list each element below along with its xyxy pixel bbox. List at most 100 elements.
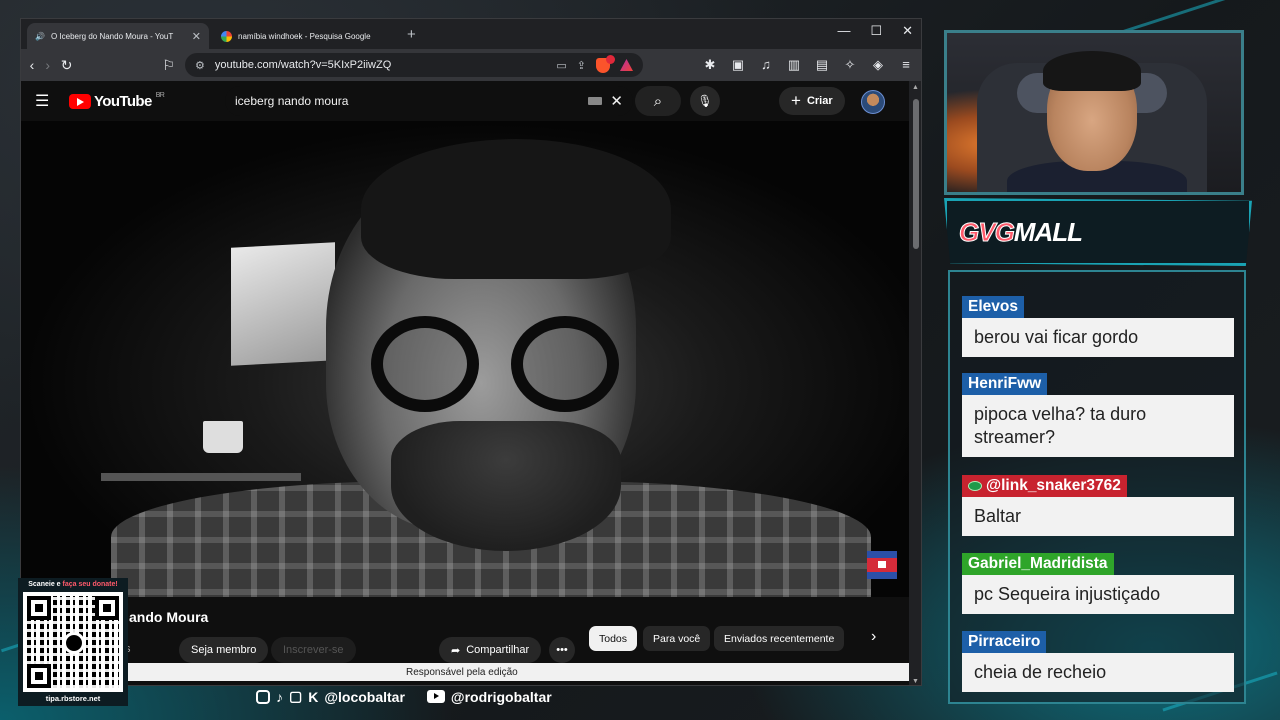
- glasses-left-lens: [371, 316, 479, 412]
- logo-part-gvg: GVG: [959, 217, 1016, 248]
- avatar[interactable]: [861, 90, 885, 114]
- background-monitor: [231, 242, 335, 366]
- twitch-icon: ▢: [289, 688, 303, 704]
- chat-text: Baltar: [962, 497, 1234, 537]
- scroll-down-icon[interactable]: ▼: [912, 678, 919, 685]
- forward-icon[interactable]: ›: [45, 57, 51, 73]
- chip-label: Todos: [599, 632, 628, 645]
- wallet-icon[interactable]: ▤: [815, 57, 829, 73]
- scrollbar[interactable]: ▲ ▼: [909, 81, 921, 685]
- menu-icon[interactable]: ≡: [899, 57, 913, 73]
- maximize-icon[interactable]: ☐: [870, 23, 882, 39]
- social-handles: ♪ ▢ K @locobaltar @rodrigobaltar: [256, 688, 552, 705]
- tab-title: O Iceberg do Nando Moura - YouT: [50, 31, 174, 41]
- status-text: Responsável pela edição: [406, 666, 518, 678]
- scroll-up-icon[interactable]: ▲: [912, 84, 919, 91]
- vpn-icon[interactable]: ◈: [871, 57, 885, 73]
- person-hair: [361, 139, 671, 279]
- more-icon: •••: [556, 644, 568, 656]
- chat-message: HenriFww pipoca velha? ta duro streamer?: [962, 373, 1234, 458]
- leo-ai-icon[interactable]: ✧: [843, 57, 857, 73]
- search-input[interactable]: iceberg nando moura ✕: [225, 86, 633, 116]
- cambodia-flag-icon: [867, 551, 897, 579]
- join-button[interactable]: Seja membro: [179, 637, 269, 663]
- webcam-overlay: [944, 30, 1244, 195]
- qr-code: [23, 592, 123, 692]
- close-tab-icon[interactable]: ✕: [192, 30, 201, 43]
- share-icon: ➦: [451, 644, 461, 657]
- hamburger-menu-icon[interactable]: ☰: [35, 91, 59, 111]
- subscribe-label: Inscrever-se: [283, 644, 344, 656]
- share-label: Compartilhar: [466, 644, 530, 656]
- chevron-right-icon[interactable]: ›: [871, 628, 876, 646]
- chip-enviados-recentemente[interactable]: Enviados recentemente: [714, 626, 845, 651]
- youtube-logo[interactable]: YouTube BR: [69, 92, 165, 110]
- donate-qr-panel: Scaneie e faça seu donate! tipa.rbstore.…: [18, 578, 128, 706]
- share-page-icon[interactable]: ⇪: [577, 59, 586, 72]
- tab-title: namíbia windhoek - Pesquisa Google: [238, 31, 371, 41]
- qr-top-text-1: Scaneie e: [28, 581, 63, 588]
- channel-name[interactable]: ando Moura: [129, 609, 208, 625]
- share-button[interactable]: ➦ Compartilhar: [439, 637, 542, 663]
- chat-message: Elevos berou vai ficar gordo: [962, 296, 1234, 358]
- url-text: youtube.com/watch?v=5KIxP2iiwZQ: [214, 59, 392, 71]
- shields-badge: [605, 54, 615, 64]
- chip-para-voce[interactable]: Para você: [643, 626, 711, 651]
- screenshot-icon[interactable]: ▣: [731, 57, 745, 73]
- chat-username: Elevos: [962, 296, 1024, 318]
- chat-username: HenriFww: [962, 373, 1048, 395]
- brave-rewards-icon[interactable]: [619, 59, 633, 71]
- search-button[interactable]: ⌕: [635, 86, 681, 116]
- subscribe-button[interactable]: Inscrever-se: [271, 637, 356, 663]
- status-bar: Responsável pela edição: [123, 663, 909, 681]
- voice-search-button[interactable]: 🎙: [690, 86, 720, 116]
- youtube-small-icon: [426, 690, 445, 703]
- keyboard-icon[interactable]: [588, 97, 603, 105]
- chat-username: @link_snaker3762: [986, 477, 1121, 494]
- chat-text: pipoca velha? ta duro streamer?: [962, 395, 1234, 458]
- qr-finder: [27, 596, 51, 620]
- speaker-icon[interactable]: 🔊: [35, 32, 45, 41]
- video-player[interactable]: [21, 121, 909, 597]
- chip-todos[interactable]: Todos: [589, 626, 638, 651]
- brave-shields-icon[interactable]: [595, 54, 615, 73]
- cast-icon[interactable]: ▭: [556, 59, 566, 72]
- kick-icon: K: [308, 688, 319, 705]
- sidebar-icon[interactable]: ▥: [787, 57, 801, 73]
- glasses-right-lens: [511, 316, 619, 412]
- scrollbar-thumb[interactable]: [913, 99, 919, 249]
- youtube-play-icon: [69, 93, 91, 109]
- microphone-icon: 🎙: [697, 94, 713, 108]
- social-handle-1: @locobaltar: [324, 688, 405, 705]
- close-window-icon[interactable]: ✕: [902, 23, 913, 39]
- tab-youtube[interactable]: 🔊 O Iceberg do Nando Moura - YouT ✕: [27, 23, 209, 94]
- plus-icon: +: [791, 91, 801, 110]
- site-settings-icon[interactable]: ⚙: [195, 59, 205, 72]
- reload-icon[interactable]: ↻: [61, 57, 73, 74]
- create-button[interactable]: + Criar: [779, 87, 845, 115]
- new-tab-icon[interactable]: +: [407, 26, 416, 43]
- clear-search-icon[interactable]: ✕: [610, 92, 623, 110]
- bookmark-icon[interactable]: ⚐: [162, 57, 175, 74]
- tab-google[interactable]: namíbia windhoek - Pesquisa Google: [213, 23, 395, 49]
- tab-bar: 🔊 O Iceberg do Nando Moura - YouT ✕ namí…: [21, 19, 921, 94]
- back-icon[interactable]: ‹: [29, 57, 35, 73]
- chat-text: cheia de recheio: [962, 653, 1234, 693]
- chat-username: Gabriel_Madridista: [962, 553, 1114, 575]
- minimize-icon[interactable]: —: [837, 23, 850, 39]
- qr-top-text-2: faça seu donate!: [62, 581, 118, 588]
- more-actions-button[interactable]: •••: [549, 637, 575, 663]
- chat-message: @link_snaker3762 Baltar: [962, 475, 1234, 537]
- qr-logo-icon: [63, 632, 85, 654]
- extensions-area: ✱ ▣ ♫ ▥ ▤ ✧ ◈ ≡: [703, 57, 913, 73]
- music-icon[interactable]: ♫: [759, 57, 773, 73]
- qr-finder: [95, 596, 119, 620]
- search-query: iceberg nando moura: [235, 94, 349, 108]
- youtube-page: ☰ YouTube BR iceberg nando moura ✕ ⌕ 🎙 +…: [21, 81, 909, 685]
- window-controls: — ☐ ✕: [837, 23, 913, 39]
- address-bar[interactable]: ⚙ youtube.com/watch?v=5KIxP2iiwZQ ▭ ⇪: [184, 53, 643, 77]
- search-icon: ⌕: [653, 92, 663, 110]
- toolbar: ‹ › ↻ ⚐ ⚙ youtube.com/watch?v=5KIxP2iiwZ…: [21, 49, 921, 81]
- extensions-icon[interactable]: ✱: [703, 57, 717, 73]
- qr-top-text: Scaneie e faça seu donate!: [18, 581, 128, 588]
